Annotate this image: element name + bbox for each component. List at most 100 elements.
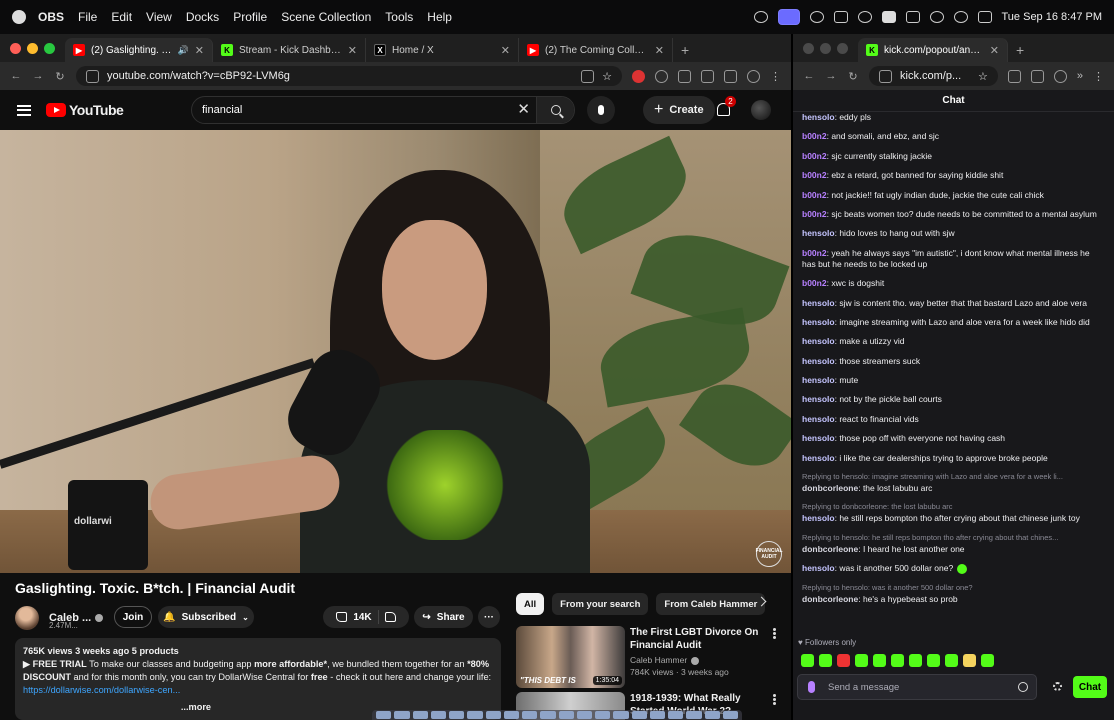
chat-message[interactable]: donbcorleone: the lost labubu arc [802,483,1102,494]
dock-app-icon[interactable] [412,711,428,719]
chat-username[interactable]: b00n2 [802,209,827,219]
chat-username[interactable]: hensolo [802,228,835,238]
chat-message[interactable]: hensolo: react to financial vids [802,414,1102,425]
chat-message[interactable]: b00n2: ebz a retard, got banned for sayi… [802,170,1102,181]
wifi-icon[interactable] [929,11,944,23]
browser-menu-icon[interactable]: ⋮ [1093,70,1104,83]
more-actions-button[interactable]: ··· [478,606,500,628]
chat-message[interactable]: b00n2: yeah he always says "im autistic"… [802,248,1102,270]
chat-message[interactable]: b00n2: xwc is dogshit [802,278,1102,289]
emote-icon[interactable] [981,654,994,667]
dock-app-icon[interactable] [485,711,501,719]
tab-gaslighting-video[interactable]: ▶ (2) Gaslighting. Toxic. B*tch. 🔊 ✕ [65,38,213,62]
dock-app-icon[interactable] [631,711,647,719]
url-field[interactable]: youtube.com/watch?v=cBP92-LVM6g ☆ [76,66,622,86]
video-player[interactable]: dollarwi FINANCIAL AUDIT [0,130,791,573]
hamburger-menu-icon[interactable] [17,104,31,116]
emote-icon[interactable] [819,654,832,667]
channel-avatar[interactable] [15,606,39,630]
account-avatar[interactable] [751,100,771,120]
tab-home-x[interactable]: X Home / X ✕ [366,38,519,62]
chip-from-caleb-hammer[interactable]: From Caleb Hammer [656,593,766,615]
dock-app-icon[interactable] [686,711,702,719]
share-button[interactable]: ↪ Share [414,606,473,628]
apple-icon[interactable] [12,10,26,24]
subscribed-button[interactable]: 🔔 Subscribed ⌄ [158,606,254,628]
chat-message[interactable]: hensolo: sjw is content tho. way better … [802,298,1102,309]
minimize-window-icon[interactable] [27,42,38,54]
chat-username[interactable]: hensolo [802,563,835,573]
screen-share-icon[interactable] [777,9,800,25]
zoom-window-icon[interactable] [837,42,848,54]
menu-scene-collection[interactable]: Scene Collection [281,10,371,24]
chat-message[interactable]: b00n2: not jackie!! fat ugly indian dude… [802,190,1102,201]
chat-message-input[interactable]: Send a message [797,674,1037,700]
chat-message[interactable]: hensolo: mute [802,375,1102,386]
chat-send-button[interactable]: Chat [1073,676,1107,698]
chat-message[interactable]: b00n2: sjc currently stalking jackie [802,151,1102,162]
profile-icon[interactable] [1053,69,1067,83]
emote-icon[interactable] [927,654,940,667]
chat-username[interactable]: hensolo [802,336,835,346]
close-tab-icon[interactable]: ✕ [990,44,999,57]
menu-tools[interactable]: Tools [385,10,413,24]
new-tab-button[interactable]: + [673,38,697,62]
media-controls-icon[interactable] [1030,69,1044,83]
close-tab-icon[interactable]: ✕ [501,44,510,57]
more-tabs-chevron-icon[interactable]: » [1077,70,1083,82]
chat-reply-context[interactable]: Replying to hensolo: he still reps bompt… [802,533,1102,543]
dock-app-icon[interactable] [704,711,720,719]
media-controls-icon[interactable] [724,69,737,83]
chat-username[interactable]: b00n2 [802,190,827,200]
chat-message[interactable]: hensolo: was it another 500 dollar one? [802,563,1102,574]
extension-record-icon[interactable] [632,69,645,83]
dock-app-icon[interactable] [722,711,738,719]
chat-username[interactable]: hensolo [802,414,835,424]
tab-coming-collapse[interactable]: ▶ (2) The Coming Collapse of R ✕ [519,38,673,62]
chat-username[interactable]: donbcorleone [802,594,858,604]
related-video-title[interactable]: The First LGBT Divorce On Financial Audi… [630,626,770,652]
chat-message[interactable]: hensolo: those pop off with everyone not… [802,433,1102,444]
dock-app-icon[interactable] [376,711,392,719]
chat-username[interactable]: hensolo [802,298,835,308]
profile-icon[interactable] [747,69,760,83]
new-tab-button[interactable]: + [1008,38,1032,62]
menu-view[interactable]: View [146,10,172,24]
menu-help[interactable]: Help [427,10,452,24]
search-input[interactable]: financial ✕ [191,96,575,124]
emote-icon[interactable] [873,654,886,667]
chat-username[interactable]: donbcorleone [802,544,858,554]
create-button[interactable]: + Create [643,96,715,124]
channel-watermark[interactable]: FINANCIAL AUDIT [756,541,783,567]
emote-icon[interactable] [891,654,904,667]
related-video-thumbnail[interactable]: "THIS DEBT IS 1:35:04 [516,626,625,688]
menu-edit[interactable]: Edit [111,10,132,24]
close-tab-icon[interactable]: ✕ [348,44,357,57]
menu-file[interactable]: File [78,10,97,24]
emoji-picker-icon[interactable] [1018,682,1028,692]
extensions-puzzle-icon[interactable] [678,69,691,83]
menu-app-name[interactable]: OBS [38,10,64,24]
reload-icon[interactable]: ↻ [54,70,66,83]
related-video-item[interactable]: "THIS DEBT IS 1:35:04 The First LGBT Div… [516,626,786,688]
extensions-puzzle-icon[interactable] [1007,69,1021,83]
voice-search-button[interactable] [587,96,615,124]
join-button[interactable]: Join [114,606,152,628]
back-icon[interactable]: ← [803,70,815,82]
chat-username[interactable]: hensolo [802,112,835,122]
dock-app-icon[interactable] [503,711,519,719]
chat-username[interactable]: b00n2 [802,170,827,180]
dock-app-icon[interactable] [595,711,611,719]
description-link[interactable]: https://dollarwise.com/dollarwise-cen... [23,684,493,697]
emote-icon[interactable] [909,654,922,667]
forward-icon[interactable]: → [32,70,44,82]
chip-all[interactable]: All [516,593,545,615]
youtube-logo[interactable]: YouTube [46,102,124,118]
dock-app-icon[interactable] [394,711,410,719]
bookmark-star-icon[interactable]: ☆ [978,70,988,83]
chat-username[interactable]: b00n2 [802,151,827,161]
chat-username[interactable]: hensolo [802,513,835,523]
emote-icon[interactable] [963,654,976,667]
side-panel-icon[interactable] [701,69,714,83]
forward-icon[interactable]: → [825,70,837,82]
